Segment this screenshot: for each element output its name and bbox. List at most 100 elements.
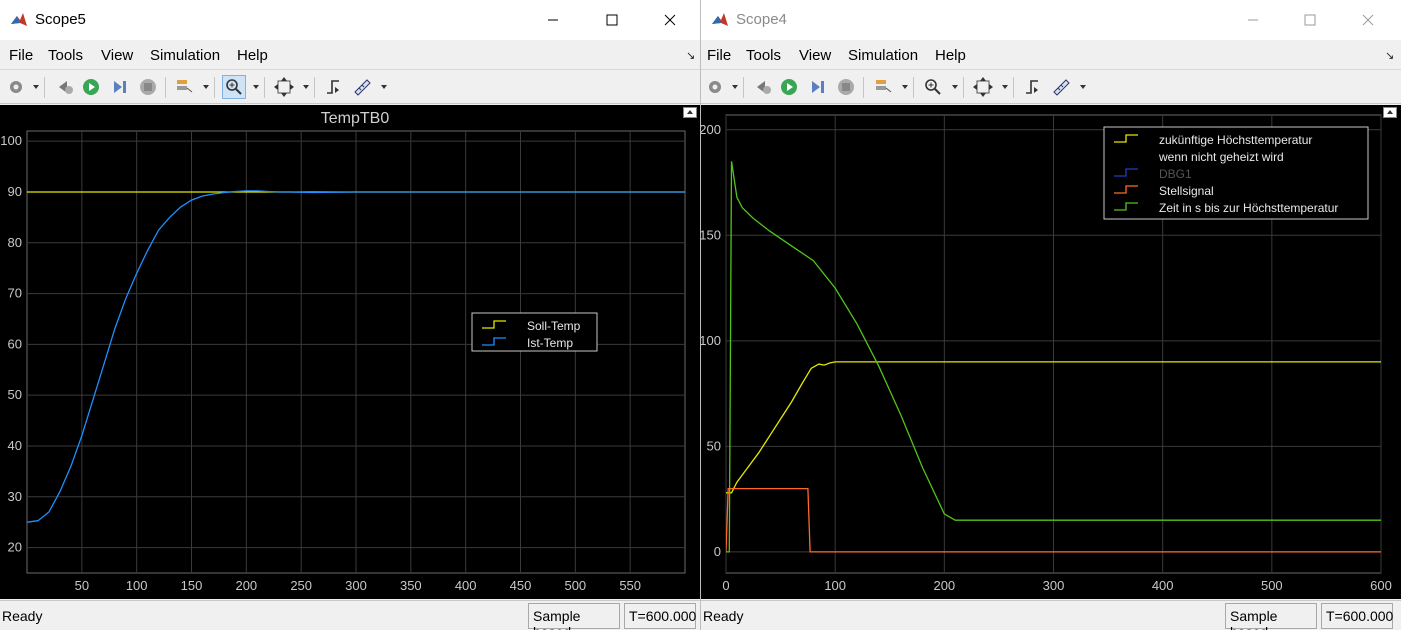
configuration-button[interactable]: [4, 75, 28, 99]
measurements-button[interactable]: [350, 75, 374, 99]
maximize-button[interactable]: [1287, 0, 1333, 40]
x-tick-label: 350: [400, 578, 422, 593]
matlab-icon: [711, 11, 729, 29]
autoscale-dropdown[interactable]: [303, 85, 309, 89]
x-tick-label: 300: [345, 578, 367, 593]
triggers-button[interactable]: [322, 75, 346, 99]
run-icon: [781, 79, 797, 95]
x-tick-label: 200: [933, 578, 955, 593]
toolbar-separator: [963, 77, 964, 98]
menu-view[interactable]: View: [101, 47, 133, 64]
highlight-dropdown[interactable]: [902, 85, 908, 89]
plot-area[interactable]: TempTB0 50 100 150 200 250 300 350 400 450 500 550…: [0, 105, 700, 599]
maximize-button[interactable]: [589, 0, 635, 40]
step-back-button[interactable]: [751, 75, 775, 99]
menu-tools[interactable]: Tools: [48, 47, 83, 64]
window-title: Scope5: [35, 11, 86, 28]
dock-arrow-icon[interactable]: ↘: [686, 49, 695, 62]
zoom-dropdown[interactable]: [952, 85, 958, 89]
y-tick-label: 100: [0, 133, 22, 148]
minimize-button[interactable]: [1230, 0, 1276, 40]
legend-label-1: DBG1: [1159, 167, 1192, 181]
highlight-dropdown[interactable]: [203, 85, 209, 89]
menu-simulation[interactable]: Simulation: [150, 47, 220, 64]
status-text: Ready: [703, 608, 744, 624]
menu-file[interactable]: File: [9, 47, 33, 64]
toolbar-separator: [743, 77, 744, 98]
y-tick-label: 150: [701, 227, 721, 242]
toolbar-separator: [214, 77, 215, 98]
x-tick-label: 100: [126, 578, 148, 593]
toolbar-separator: [1013, 77, 1014, 98]
toolbar-separator: [264, 77, 265, 98]
signal-hierarchy-icon: [876, 80, 892, 93]
measurements-dropdown[interactable]: [381, 85, 387, 89]
step-forward-button[interactable]: [108, 75, 132, 99]
y-tick-label: 30: [8, 489, 22, 504]
trigger-icon: [1026, 80, 1038, 94]
autoscale-icon: [274, 77, 294, 97]
menu-file[interactable]: File: [707, 47, 731, 64]
zoom-button[interactable]: [921, 75, 945, 99]
triggers-button[interactable]: [1021, 75, 1045, 99]
close-icon: [1362, 14, 1374, 26]
scope5-chart[interactable]: TempTB0 50 100 150 200 250 300 350 400 450 500 550…: [0, 105, 700, 599]
scope4-chart[interactable]: 0 100 200 300 400 500 600 0 50 100 150 200 zukünftig…: [701, 105, 1401, 599]
run-button[interactable]: [80, 75, 104, 99]
minimize-button[interactable]: [530, 0, 576, 40]
close-button[interactable]: [647, 0, 693, 40]
window-title: Scope4: [736, 11, 787, 28]
step-forward-icon: [114, 81, 126, 93]
y-tick-label: 70: [8, 286, 22, 301]
y-tick-label: 20: [8, 540, 22, 555]
legend-label-1: Ist-Temp: [527, 336, 573, 350]
x-tick-label: 500: [564, 578, 586, 593]
autoscale-button[interactable]: [272, 75, 296, 99]
trigger-icon: [327, 80, 339, 94]
configuration-button[interactable]: [703, 75, 727, 99]
stop-button[interactable]: [834, 75, 858, 99]
title-bar[interactable]: Scope4: [701, 0, 1401, 40]
highlight-block-button[interactable]: [871, 75, 895, 99]
autoscale-button[interactable]: [971, 75, 995, 99]
y-tick-label: 50: [8, 387, 22, 402]
undock-icon[interactable]: [1383, 107, 1397, 118]
undock-icon[interactable]: [683, 107, 697, 118]
plot-area[interactable]: 0 100 200 300 400 500 600 0 50 100 150 200 zukünftig…: [701, 105, 1401, 599]
y-tick-label: 100: [701, 333, 721, 348]
measurements-dropdown[interactable]: [1080, 85, 1086, 89]
maximize-icon: [606, 14, 618, 26]
status-bar: Ready Sample based T=600.000: [701, 600, 1401, 630]
menu-view[interactable]: View: [799, 47, 831, 64]
minimize-icon: [1248, 19, 1258, 21]
menu-simulation[interactable]: Simulation: [848, 47, 918, 64]
toolbar: [0, 71, 700, 104]
scope4-window: Scope4 File Tools View Simulation Help ↘: [701, 0, 1401, 630]
menu-help[interactable]: Help: [935, 47, 966, 64]
step-back-button[interactable]: [53, 75, 77, 99]
configuration-dropdown[interactable]: [33, 85, 39, 89]
highlight-block-button[interactable]: [172, 75, 196, 99]
close-button[interactable]: [1345, 0, 1391, 40]
ruler-icon: [354, 79, 371, 96]
zoom-button[interactable]: [222, 75, 246, 99]
zoom-dropdown[interactable]: [253, 85, 259, 89]
x-tick-label: 400: [455, 578, 477, 593]
x-tick-label: 300: [1043, 578, 1065, 593]
stop-button[interactable]: [136, 75, 160, 99]
measurements-button[interactable]: [1049, 75, 1073, 99]
autoscale-dropdown[interactable]: [1002, 85, 1008, 89]
menu-help[interactable]: Help: [237, 47, 268, 64]
x-tick-label: 550: [619, 578, 641, 593]
menu-tools[interactable]: Tools: [746, 47, 781, 64]
x-tick-label: 100: [824, 578, 846, 593]
title-bar[interactable]: Scope5: [0, 0, 700, 40]
dock-arrow-icon[interactable]: ↘: [1385, 49, 1394, 62]
y-tick-label: 0: [714, 544, 721, 559]
legend-label-3: Zeit in s bis zur Höchsttemperatur: [1159, 201, 1338, 215]
y-tick-label: 200: [701, 122, 721, 137]
step-forward-button[interactable]: [806, 75, 830, 99]
run-button[interactable]: [778, 75, 802, 99]
simulation-time: T=600.000: [1321, 603, 1393, 629]
configuration-dropdown[interactable]: [732, 85, 738, 89]
